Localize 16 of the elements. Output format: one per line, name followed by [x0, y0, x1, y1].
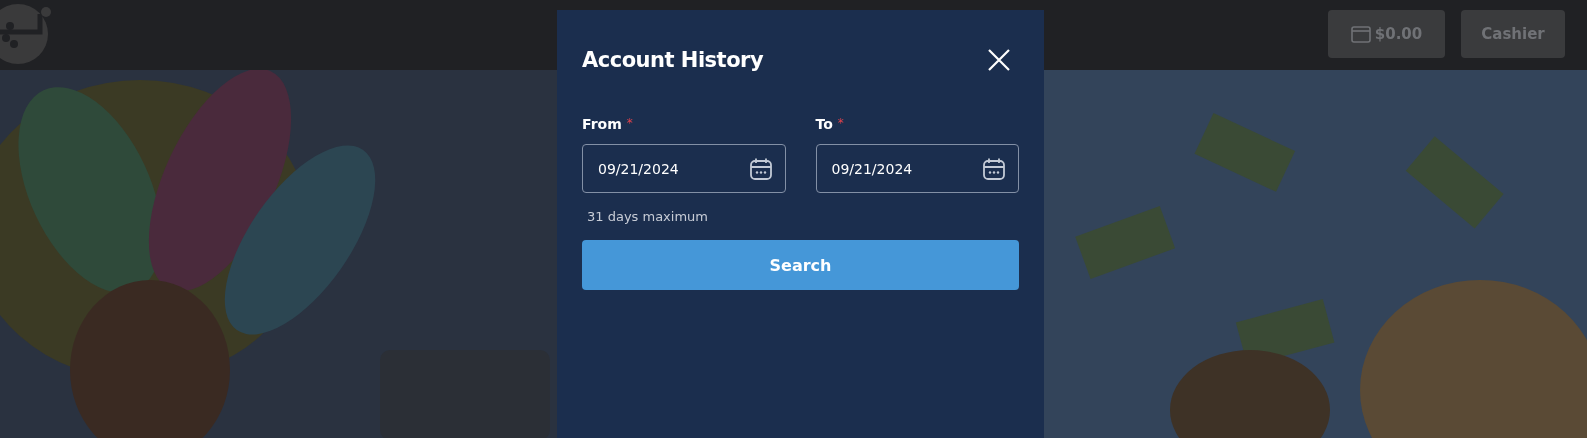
required-mark: *: [626, 116, 633, 130]
dialog-title: Account History: [582, 48, 764, 72]
hint-text: 31 days maximum: [587, 209, 709, 224]
date-field[interactable]: 09/21/2024: [582, 144, 786, 193]
date-field[interactable]: 09/21/2024: [815, 144, 1019, 193]
balance-button[interactable]: $0.00: [1328, 10, 1445, 58]
close-icon[interactable]: [987, 48, 1011, 72]
field-label: From: [582, 116, 622, 132]
required-mark: *: [837, 116, 844, 130]
search-button[interactable]: Search: [582, 240, 1019, 290]
balance-amount: $0.00: [1374, 25, 1423, 43]
field-label: To: [815, 116, 833, 132]
wallet-icon: [1350, 25, 1371, 43]
cashier-button[interactable]: Cashier: [1461, 10, 1565, 58]
calendar-icon[interactable]: [982, 156, 1006, 181]
calendar-icon[interactable]: [748, 156, 773, 181]
